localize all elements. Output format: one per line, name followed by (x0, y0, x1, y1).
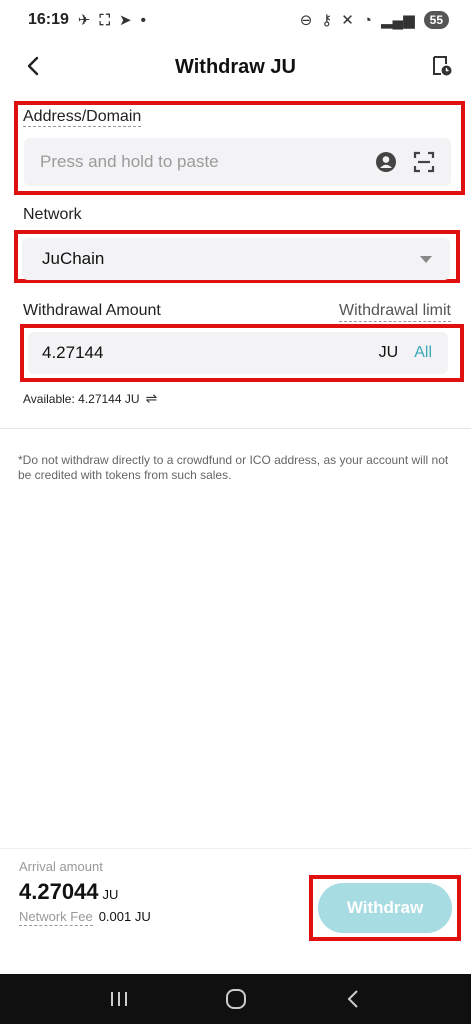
arrival-amount: 4.27044 JU (19, 879, 118, 905)
amount-label: Withdrawal Amount (23, 302, 161, 319)
available-text: Available: 4.27144 JU (23, 391, 140, 406)
arrival-unit: JU (102, 887, 119, 902)
telegram-icon: ➤ (119, 12, 132, 29)
all-button[interactable]: All (414, 344, 432, 362)
arrival-label: Arrival amount (19, 859, 103, 874)
chevron-left-icon[interactable] (22, 54, 46, 78)
battery-indicator: 55 (423, 11, 449, 29)
network-fee-row: Network Fee 0.001 JU (19, 909, 151, 926)
contact-icon[interactable] (375, 151, 397, 173)
mute-icon: ✕ (341, 12, 354, 29)
signal-icon: ▂▄▆ (380, 12, 415, 29)
screenshot-icon: ⛶ (99, 11, 111, 29)
history-icon[interactable] (431, 55, 453, 77)
status-time: 16:19 (28, 11, 69, 28)
header: Withdraw JU (0, 44, 471, 90)
network-label: Network (23, 206, 82, 223)
withdrawal-limit-link[interactable]: Withdrawal limit (338, 302, 451, 322)
amount-unit: JU (378, 344, 399, 361)
swap-icon[interactable]: ⇌ (146, 390, 158, 407)
amount-input[interactable]: 4.27144 JU All (28, 332, 448, 374)
back-button[interactable] (338, 984, 368, 1014)
address-input[interactable]: Press and hold to paste (24, 138, 451, 186)
recent-apps-icon (110, 992, 127, 1006)
key-icon: ⚷ (321, 12, 333, 29)
network-value: JuChain (42, 249, 105, 268)
home-button[interactable] (221, 984, 251, 1014)
divider (0, 428, 471, 429)
bottom-bar: Arrival amount 4.27044 JU Network Fee 0.0… (0, 848, 471, 974)
amount-value: 4.27144 (42, 343, 104, 362)
fee-label[interactable]: Network Fee (19, 909, 93, 926)
fee-value: 0.001 JU (98, 909, 151, 924)
back-nav-icon (347, 990, 358, 1008)
withdraw-notice: *Do not withdraw directly to a crowdfund… (18, 453, 449, 482)
notification-icon: ✈ (77, 12, 91, 29)
caret-down-icon (420, 255, 432, 263)
withdraw-button[interactable]: Withdraw (318, 883, 452, 933)
available-balance: Available: 4.27144 JU ⇌ (23, 390, 157, 407)
more-dot-icon: • (140, 11, 146, 29)
status-bar: 16:19 ✈ ⛶ ➤ • ⊖ ⚷ ✕ ◔ ▂▄▆ 55 (0, 0, 471, 40)
recent-apps-button[interactable] (104, 984, 134, 1014)
arrival-value: 4.27044 (19, 879, 99, 904)
page-title: Withdraw JU (175, 55, 296, 78)
network-select[interactable]: JuChain (22, 238, 450, 280)
home-icon (225, 989, 246, 1009)
scan-icon[interactable] (413, 151, 435, 173)
system-nav-bar (0, 974, 471, 1024)
address-placeholder: Press and hold to paste (40, 152, 219, 171)
wifi-icon: ◔ (362, 11, 372, 29)
dnd-icon: ⊖ (299, 12, 313, 29)
